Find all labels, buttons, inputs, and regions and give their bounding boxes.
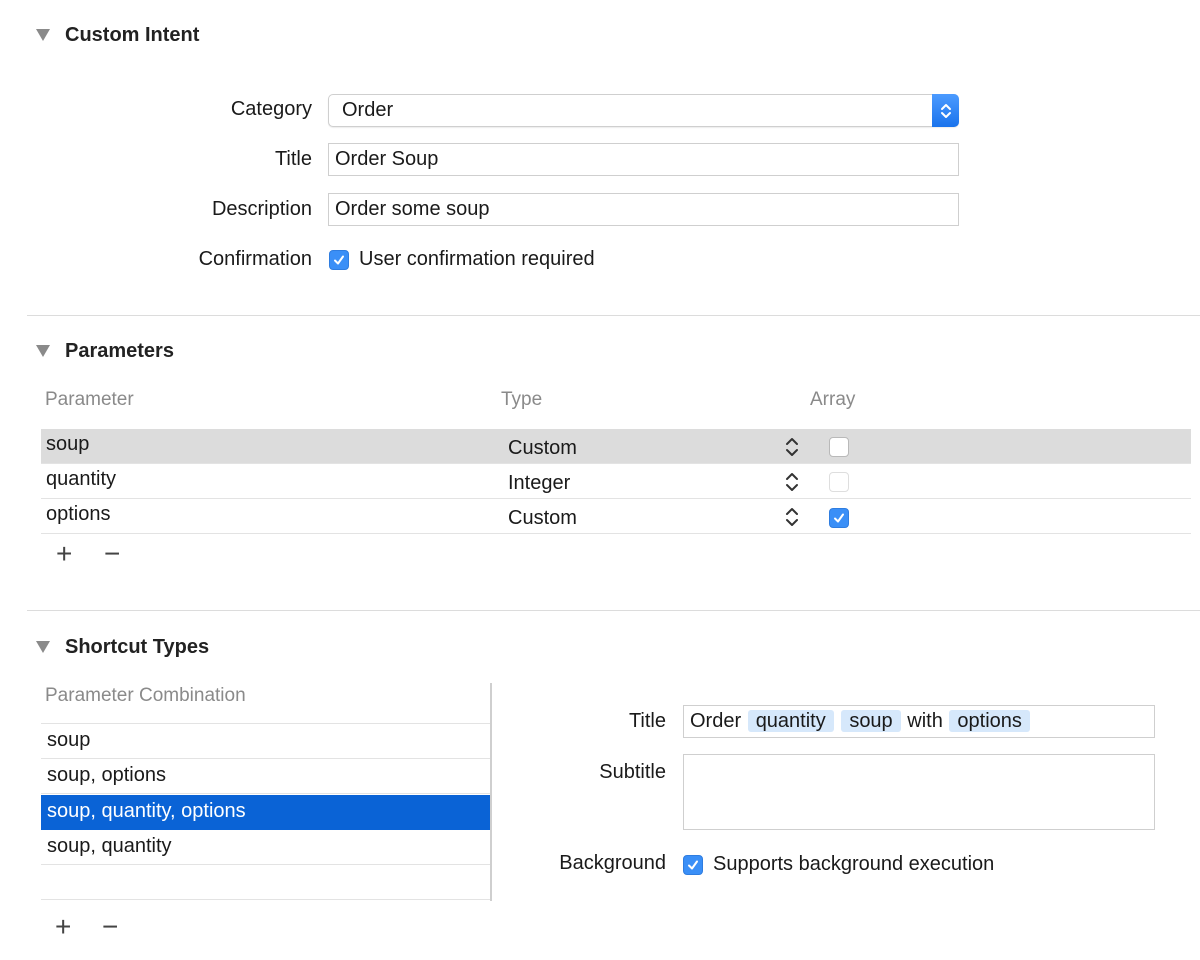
title-label: Title [274,148,312,170]
type-stepper-icon[interactable] [785,436,799,458]
background-checkbox[interactable] [683,855,703,875]
checkmark-icon [334,255,344,265]
parameters-title: Parameters [65,340,174,362]
popup-arrows-icon [932,94,959,127]
title-text: with [907,710,943,732]
combination-list-border [490,683,492,901]
parameter-name: quantity [46,468,117,490]
shortcut-types-disclosure-icon[interactable] [36,641,50,653]
category-label: Category [230,98,312,120]
checkmark-icon [834,513,844,523]
parameter-token-soup[interactable]: soup [841,710,901,732]
column-header-parameter[interactable]: Parameter [45,389,134,411]
title-field[interactable]: Order Soup [328,143,959,176]
shortcut-types-title: Shortcut Types [65,636,210,658]
parameter-name: options [46,503,111,525]
parameter-type[interactable]: Integer [508,472,570,495]
custom-intent-title: Custom Intent [65,24,200,46]
add-combination-button[interactable]: + [55,911,71,943]
combination-row[interactable]: soup, quantity [41,830,490,865]
column-header-type[interactable]: Type [501,389,542,411]
parameter-row[interactable]: options Custom [41,499,1191,534]
array-checkbox[interactable] [829,437,849,457]
checkmark-icon [688,860,698,870]
column-header-parameter-combination: Parameter Combination [45,685,246,706]
parameter-type[interactable]: Custom [508,437,577,460]
description-field[interactable]: Order some soup [328,193,959,226]
combination-row[interactable]: soup, options [41,759,490,794]
category-popup[interactable]: Order [328,94,959,127]
custom-intent-disclosure-icon[interactable] [36,29,50,41]
parameter-token-quantity[interactable]: quantity [747,710,834,732]
remove-parameter-button[interactable]: − [104,538,120,570]
background-label: Background [559,852,666,874]
title-text: Order [690,710,742,732]
remove-combination-button[interactable]: − [102,911,118,943]
type-stepper-icon[interactable] [785,506,799,528]
parameter-token-options[interactable]: options [949,710,1030,732]
combination-row-selected[interactable]: soup, quantity, options [41,795,490,830]
shortcut-subtitle-label: Subtitle [599,761,666,783]
confirmation-checkbox[interactable] [329,250,349,270]
description-label: Description [211,198,312,220]
combination-row-empty [41,865,490,900]
category-value: Order [342,99,394,121]
parameters-disclosure-icon[interactable] [36,345,50,357]
type-stepper-icon[interactable] [785,471,799,493]
parameter-row[interactable]: soup Custom [41,429,1191,464]
add-parameter-button[interactable]: + [56,538,72,570]
background-checkbox-label[interactable]: Supports background execution [713,853,994,876]
shortcut-subtitle-field[interactable] [683,754,1155,830]
parameter-type[interactable]: Custom [508,507,577,530]
array-checkbox[interactable] [829,472,849,492]
shortcut-title-label: Title [628,710,666,732]
combination-row[interactable]: soup [41,724,490,759]
section-divider [27,610,1200,611]
parameter-row[interactable]: quantity Integer [41,464,1191,499]
shortcut-title-field[interactable]: Order quantity soup with options [683,705,1155,738]
parameter-name: soup [46,433,90,455]
confirmation-label: Confirmation [198,248,312,270]
array-checkbox[interactable] [829,508,849,528]
column-header-array[interactable]: Array [810,389,855,411]
confirmation-checkbox-label[interactable]: User confirmation required [359,248,595,271]
section-divider [27,315,1200,316]
